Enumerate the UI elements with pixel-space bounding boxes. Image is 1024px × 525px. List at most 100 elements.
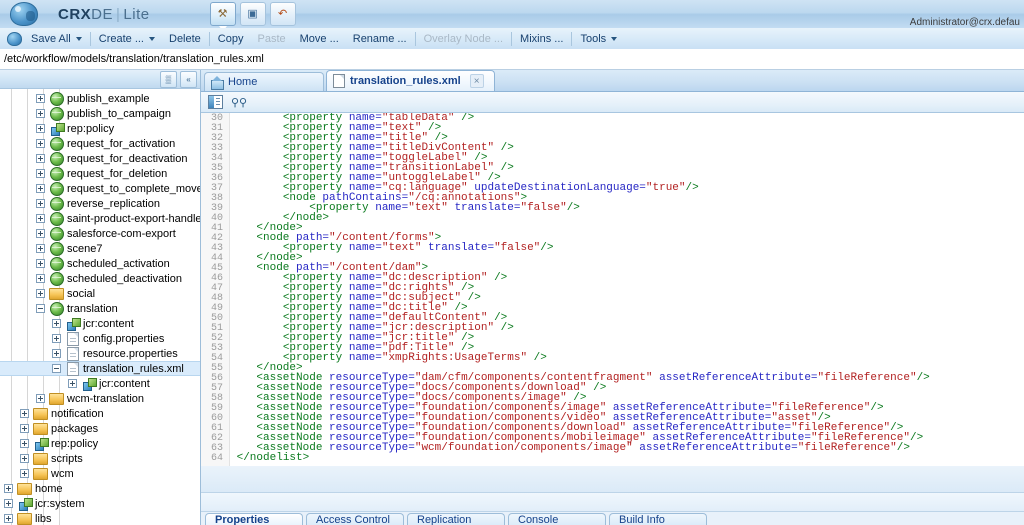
expand-toggle-icon[interactable] xyxy=(32,121,48,136)
mixins-button[interactable]: Mixins ... xyxy=(513,28,570,49)
tree-node-translation[interactable]: translation xyxy=(0,301,200,316)
tree-node-label: notification xyxy=(49,408,104,420)
move-button[interactable]: Move ... xyxy=(293,28,346,49)
expand-toggle-icon[interactable] xyxy=(16,466,32,481)
tree-node-request-for-activation[interactable]: request_for_activation xyxy=(0,136,200,151)
expand-toggle-icon[interactable] xyxy=(16,421,32,436)
toolbar-divider xyxy=(511,32,512,46)
code-token-val: "fileReference" xyxy=(818,372,917,384)
folder-icon xyxy=(16,511,33,525)
expand-toggle-icon[interactable] xyxy=(48,316,64,331)
save-all-button[interactable]: Save All xyxy=(24,28,89,49)
collapse-toggle-icon[interactable] xyxy=(48,361,64,376)
bottom-tab-build-info[interactable]: Build Info xyxy=(609,513,707,525)
tree-node-wcm[interactable]: wcm xyxy=(0,466,200,481)
path-input[interactable] xyxy=(0,50,1024,69)
delete-button[interactable]: Delete xyxy=(162,28,208,49)
tree-node-scene7[interactable]: scene7 xyxy=(0,241,200,256)
tree-node-packages[interactable]: packages xyxy=(0,421,200,436)
editor-toolbar: ⚲⚲ xyxy=(201,92,1024,113)
expand-toggle-icon[interactable] xyxy=(32,196,48,211)
code-editor[interactable]: 30 <property name="tableData" />31 <prop… xyxy=(201,113,1024,467)
expand-toggle-icon[interactable] xyxy=(32,91,48,106)
find-icon-button[interactable]: ⚲⚲ xyxy=(230,94,246,110)
tree-node-resource-properties[interactable]: resource.properties xyxy=(0,346,200,361)
copy-label: Copy xyxy=(218,33,244,45)
filter-icon-button[interactable]: ▒ xyxy=(160,71,177,88)
tree-node-config-properties[interactable]: config.properties xyxy=(0,331,200,346)
tree-node-saint-product-export-handler[interactable]: saint-product-export-handler xyxy=(0,211,200,226)
show-properties-icon-button[interactable] xyxy=(207,94,223,110)
tree-node-salesforce-com-export[interactable]: salesforce-com-export xyxy=(0,226,200,241)
tree-node-reverse-replication[interactable]: reverse_replication xyxy=(0,196,200,211)
expand-toggle-icon[interactable] xyxy=(32,106,48,121)
tree-node-scripts[interactable]: scripts xyxy=(0,451,200,466)
tab-translation-rules-xml[interactable]: translation_rules.xml × xyxy=(326,70,495,91)
code-token-attr: name= xyxy=(375,202,408,214)
wrench-icon-button[interactable]: ⚒ xyxy=(210,2,236,26)
tree-node-rep-policy[interactable]: rep:policy xyxy=(0,121,200,136)
collapse-all-icon-button[interactable]: « xyxy=(180,71,197,88)
code-token-attr: assetReferenceAttribute= xyxy=(653,372,818,384)
undo-icon-button[interactable]: ↶ xyxy=(270,2,296,26)
expand-toggle-icon[interactable] xyxy=(16,451,32,466)
rename-button[interactable]: Rename ... xyxy=(346,28,414,49)
tree-node-scheduled-deactivation[interactable]: scheduled_deactivation xyxy=(0,271,200,286)
expand-toggle-icon[interactable] xyxy=(32,136,48,151)
tree-node-wcm-translation[interactable]: wcm-translation xyxy=(0,391,200,406)
tree-node-publish-to-campaign[interactable]: publish_to_campaign xyxy=(0,106,200,121)
bottom-tab-properties[interactable]: Properties xyxy=(205,513,303,525)
expand-toggle-icon[interactable] xyxy=(32,286,48,301)
code-token-tag: /> xyxy=(910,432,923,444)
expand-toggle-icon[interactable] xyxy=(0,511,16,525)
create-button[interactable]: Create ... xyxy=(92,28,162,49)
expand-toggle-icon[interactable] xyxy=(48,331,64,346)
close-icon[interactable]: × xyxy=(470,74,484,88)
expand-toggle-icon[interactable] xyxy=(32,226,48,241)
tree-node-request-to-complete-move-[interactable]: request_to_complete_move_ xyxy=(0,181,200,196)
tree-node-jcr-system[interactable]: jcr:system xyxy=(0,496,200,511)
bottom-tab-label: Properties xyxy=(215,514,269,525)
tree-node-label: reverse_replication xyxy=(65,198,160,210)
tree-node-notification[interactable]: notification xyxy=(0,406,200,421)
expand-toggle-icon[interactable] xyxy=(32,211,48,226)
code-content[interactable]: 30 <property name="tableData" />31 <prop… xyxy=(201,113,1024,466)
expand-toggle-icon[interactable] xyxy=(32,181,48,196)
globe-icon xyxy=(48,226,65,241)
app-title-rest: DE xyxy=(91,6,113,23)
expand-toggle-icon[interactable] xyxy=(16,406,32,421)
cube-icon xyxy=(64,316,81,331)
tree-node-request-for-deactivation[interactable]: request_for_deactivation xyxy=(0,151,200,166)
expand-toggle-icon[interactable] xyxy=(32,271,48,286)
bottom-tab-replication[interactable]: Replication xyxy=(407,513,505,525)
expand-toggle-icon[interactable] xyxy=(32,151,48,166)
expand-toggle-icon[interactable] xyxy=(32,166,48,181)
tree-node-social[interactable]: social xyxy=(0,286,200,301)
tools-button[interactable]: Tools xyxy=(573,28,624,49)
bottom-tab-access-control[interactable]: Access Control xyxy=(306,513,404,525)
expand-toggle-icon[interactable] xyxy=(32,391,48,406)
expand-toggle-icon[interactable] xyxy=(64,376,80,391)
tab-home[interactable]: Home xyxy=(204,72,324,91)
tree-node-libs[interactable]: libs xyxy=(0,511,200,525)
tree-node-label: rep:policy xyxy=(65,123,114,135)
tree-node-scheduled-activation[interactable]: scheduled_activation xyxy=(0,256,200,271)
tree-node-jcr-content[interactable]: jcr:content xyxy=(0,316,200,331)
tree-node-publish-example[interactable]: publish_example xyxy=(0,91,200,106)
expand-toggle-icon[interactable] xyxy=(32,256,48,271)
expand-toggle-icon[interactable] xyxy=(32,241,48,256)
tree-node-translation-rules-xml[interactable]: translation_rules.xml xyxy=(0,361,200,376)
expand-toggle-icon[interactable] xyxy=(48,346,64,361)
tree-node-request-for-deletion[interactable]: request_for_deletion xyxy=(0,166,200,181)
expand-toggle-icon[interactable] xyxy=(0,481,16,496)
folder-icon xyxy=(48,286,65,301)
expand-toggle-icon[interactable] xyxy=(16,436,32,451)
tree-node-rep-policy[interactable]: rep:policy xyxy=(0,436,200,451)
collapse-toggle-icon[interactable] xyxy=(32,301,48,316)
tree-node-jcr-content[interactable]: jcr:content xyxy=(0,376,200,391)
copy-button[interactable]: Copy xyxy=(211,28,251,49)
bucket-icon-button[interactable]: ▣ xyxy=(240,2,266,26)
bottom-tab-console[interactable]: Console xyxy=(508,513,606,525)
tree-node-home[interactable]: home xyxy=(0,481,200,496)
expand-toggle-icon[interactable] xyxy=(0,496,16,511)
